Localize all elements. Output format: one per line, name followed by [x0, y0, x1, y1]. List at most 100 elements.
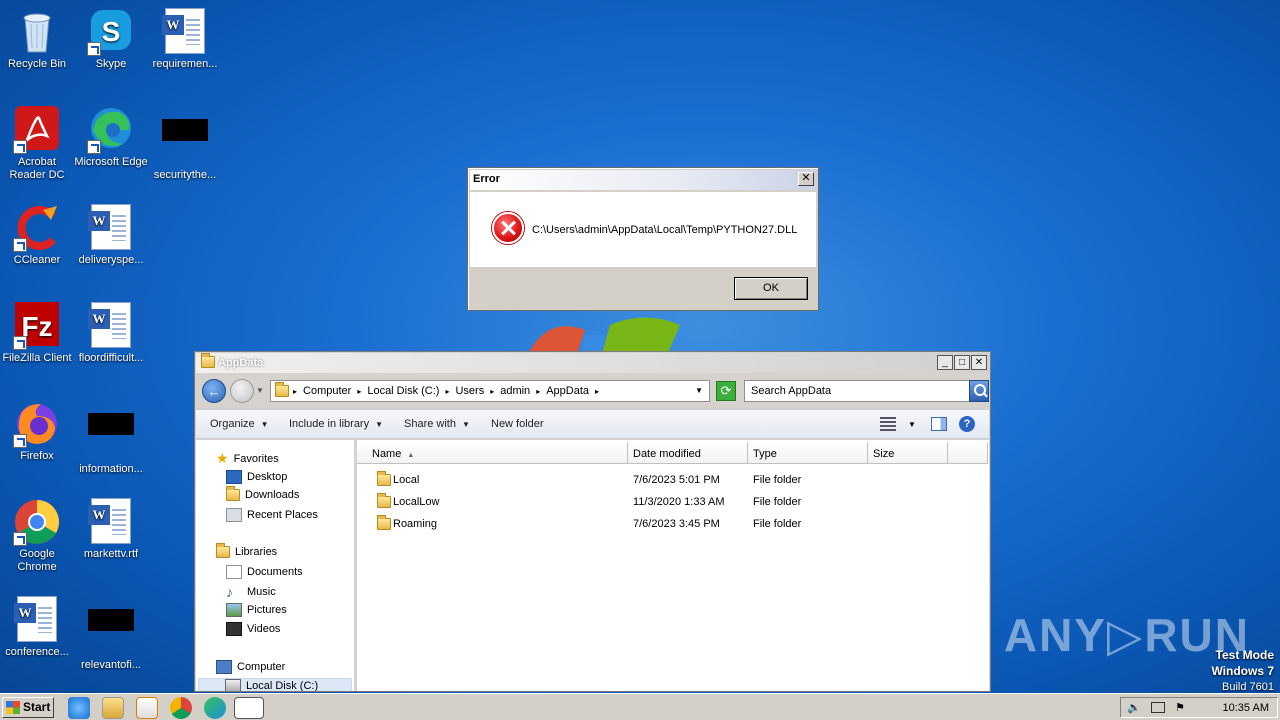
desktop-icon-label: CCleaner [13, 254, 61, 266]
column-header-type[interactable]: Type [748, 442, 868, 464]
windows-flag-icon [6, 701, 20, 714]
organize-label: Organize [210, 418, 255, 430]
ok-button[interactable]: OK [734, 277, 808, 300]
nav-libraries[interactable]: Libraries [216, 543, 277, 558]
chevron-right-icon[interactable]: ▸ [536, 385, 540, 398]
organize-button[interactable]: Organize ▼ [210, 418, 269, 430]
desktop-icon-filezilla[interactable]: Fz FileZilla Client [0, 302, 74, 365]
desktop-icon-recycle-bin[interactable]: Recycle Bin [0, 8, 74, 71]
table-row[interactable]: Local 7/6/2023 5:01 PM File folder [357, 470, 989, 490]
folder-icon [275, 382, 289, 397]
nav-label: Music [247, 586, 276, 598]
column-header-extra[interactable] [948, 442, 988, 464]
desktop-icon-conference[interactable]: W conference... [0, 596, 74, 659]
edge-icon[interactable] [204, 697, 226, 719]
close-button[interactable]: ✕ [971, 355, 987, 370]
include-in-library-button[interactable]: Include in library ▼ [289, 418, 383, 430]
desktop-icon-securitythe[interactable]: securitythe... [148, 106, 222, 182]
file-type: File folder [753, 518, 802, 530]
close-button[interactable]: ✕ [798, 172, 814, 186]
minimize-button[interactable]: _ [937, 355, 953, 370]
breadcrumb-item[interactable]: admin [500, 385, 530, 398]
table-row[interactable]: Roaming 7/6/2023 3:45 PM File folder [357, 514, 989, 534]
chevron-right-icon[interactable]: ▸ [595, 385, 599, 398]
share-with-button[interactable]: Share with ▼ [404, 418, 470, 430]
nav-favorites[interactable]: ★ Favorites [216, 450, 279, 467]
chevron-right-icon[interactable]: ▸ [357, 385, 361, 398]
column-header-size[interactable]: Size [868, 442, 948, 464]
breadcrumb-item[interactable]: Computer [303, 385, 351, 398]
search-input[interactable]: Search AppData [744, 380, 970, 402]
desktop-icon-label: Google Chrome [17, 548, 57, 573]
nav-label: Recent Places [247, 509, 318, 521]
search-icon[interactable] [969, 380, 989, 402]
dialog-titlebar[interactable]: Error ✕ [470, 170, 816, 190]
breadcrumb-item[interactable]: Local Disk (C:) [367, 385, 439, 398]
chevron-right-icon[interactable]: ▸ [490, 385, 494, 398]
maximize-button[interactable]: □ [954, 355, 970, 370]
nav-pictures[interactable]: Pictures [226, 603, 287, 617]
desktop-icon-ccleaner[interactable]: CCleaner [0, 204, 74, 267]
nav-computer[interactable]: Computer [216, 660, 285, 674]
column-header-date-modified[interactable]: Date modified [628, 442, 748, 464]
desktop-icon-firefox[interactable]: Firefox [0, 400, 74, 463]
explorer-window: AppData _ □ ✕ ← → ▼ ▸ Computer ▸ Local D… [194, 351, 991, 692]
desktop-icon-acrobat-reader[interactable]: Acrobat Reader DC [0, 106, 74, 182]
refresh-button[interactable]: ⟳ [716, 381, 736, 401]
chevron-down-icon: ▼ [461, 420, 470, 429]
desktop-icon-markettv[interactable]: W markettv.rtf [74, 498, 148, 561]
table-row[interactable]: LocalLow 11/3/2020 1:33 AM File folder [357, 492, 989, 512]
chevron-down-icon[interactable]: ▼ [908, 420, 916, 429]
shortcut-arrow-icon [13, 140, 27, 154]
back-button[interactable]: ← [202, 379, 226, 403]
file-name: Local [393, 474, 420, 486]
breadcrumb-item[interactable]: AppData [546, 385, 589, 398]
nav-local-disk[interactable]: Local Disk (C:) [198, 678, 352, 691]
desktop-icon-information[interactable]: information... [74, 400, 148, 476]
start-button[interactable]: Start [2, 697, 54, 718]
media-player-icon[interactable] [136, 697, 158, 719]
nav-documents[interactable]: Documents [226, 565, 303, 579]
desktop-icon-deliveryspe[interactable]: W deliveryspe... [74, 204, 148, 267]
desktop-icon [226, 470, 242, 484]
window-title: AppData [218, 357, 264, 369]
desktop-icon-floordifficult[interactable]: W floordifficult... [74, 302, 148, 365]
new-folder-button[interactable]: New folder [491, 418, 544, 430]
desktop-icon-label: Recycle Bin [7, 58, 67, 70]
address-bar[interactable]: ▸ Computer ▸ Local Disk (C:) ▸ Users ▸ a… [270, 380, 710, 402]
nav-recent-places[interactable]: Recent Places [226, 508, 318, 522]
desktop-icon-relevantofi[interactable]: relevantofi... [74, 596, 148, 672]
history-dropdown-icon[interactable]: ▼ [256, 386, 264, 395]
view-options-icon[interactable] [880, 417, 896, 431]
desktop-icon-microsoft-edge[interactable]: Microsoft Edge [74, 106, 148, 169]
nav-music[interactable]: ♪ Music [226, 584, 276, 600]
desktop-icon-requirements-doc[interactable]: W requiremen... [148, 8, 222, 71]
nav-videos[interactable]: Videos [226, 622, 280, 636]
desktop-icon-google-chrome[interactable]: Google Chrome [0, 498, 74, 574]
address-dropdown-icon[interactable]: ▼ [695, 386, 703, 395]
action-center-flag-icon[interactable]: ⚑ [1175, 701, 1185, 714]
internet-explorer-icon[interactable] [68, 697, 90, 719]
help-icon[interactable]: ? [959, 416, 975, 432]
clock[interactable]: 10:35 AM [1223, 702, 1269, 714]
start-label: Start [23, 700, 51, 714]
desktop-icon-skype[interactable]: S Skype [74, 8, 148, 71]
volume-icon[interactable]: 🔈 [1127, 701, 1141, 714]
nav-label: Downloads [245, 489, 300, 501]
explorer-titlebar[interactable]: AppData _ □ ✕ [196, 353, 989, 373]
active-app-icon[interactable] [234, 697, 264, 719]
file-explorer-icon[interactable] [102, 697, 124, 719]
chevron-right-icon[interactable]: ▸ [445, 385, 449, 398]
preview-pane-icon[interactable] [931, 417, 947, 431]
nav-downloads[interactable]: Downloads [226, 486, 300, 501]
nav-label: Pictures [247, 604, 287, 616]
breadcrumb-item[interactable]: Users [455, 385, 484, 398]
network-icon[interactable] [1151, 702, 1165, 713]
forward-button[interactable]: → [230, 379, 254, 403]
desktop-icon-label: Skype [95, 58, 127, 70]
chrome-icon[interactable] [170, 697, 192, 719]
column-header-name[interactable]: Name ▲ [357, 442, 628, 464]
documents-icon [226, 565, 242, 579]
file-name: LocalLow [393, 496, 440, 508]
nav-desktop[interactable]: Desktop [226, 470, 287, 484]
